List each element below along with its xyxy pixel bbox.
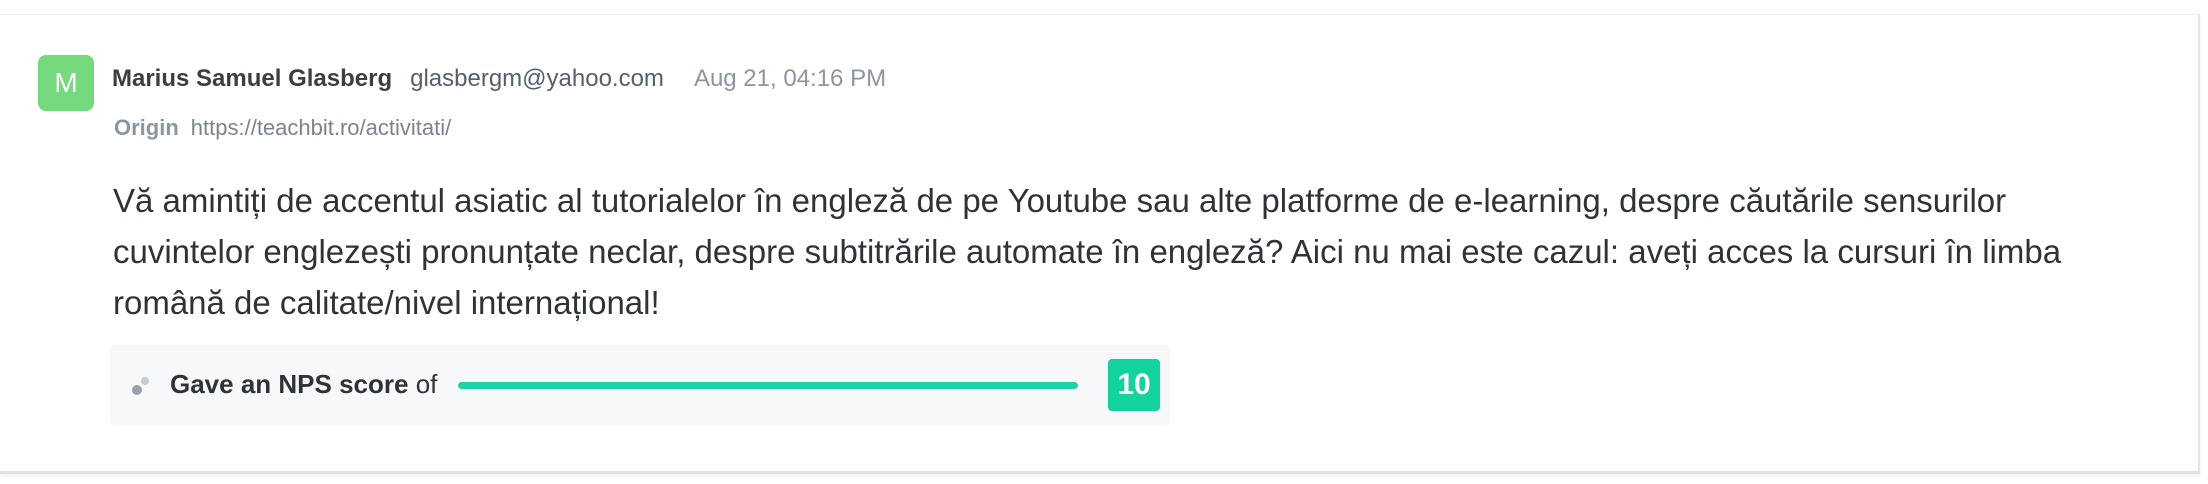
avatar: M	[38, 55, 94, 111]
nps-dots-icon	[132, 377, 154, 397]
nps-label: Gave an NPS score of	[170, 369, 437, 400]
nps-label-strong: Gave an NPS score	[170, 369, 409, 399]
origin-row: Origin https://teachbit.ro/activitati/	[114, 115, 451, 141]
response-message: Vă amintiți de accentul asiatic al tutor…	[113, 182, 2062, 321]
origin-label: Origin	[114, 115, 179, 140]
response-header: Marius Samuel Glasberg glasbergm@yahoo.c…	[112, 65, 886, 93]
author-email[interactable]: glasbergm@yahoo.com	[410, 65, 664, 93]
author-name[interactable]: Marius Samuel Glasberg	[112, 65, 392, 93]
nps-score-badge: 10	[1108, 359, 1160, 411]
response-timestamp: Aug 21, 04:16 PM	[693, 65, 887, 92]
nps-score-bar	[458, 382, 1078, 389]
nps-score-bar-fill	[458, 382, 1078, 389]
response-card: M Marius Samuel Glasberg glasbergm@yahoo…	[0, 14, 2200, 474]
nps-label-suffix: of	[408, 369, 438, 399]
origin-url-link[interactable]: https://teachbit.ro/activitati/	[191, 115, 451, 141]
nps-score-panel: Gave an NPS score of 10	[110, 345, 1170, 425]
